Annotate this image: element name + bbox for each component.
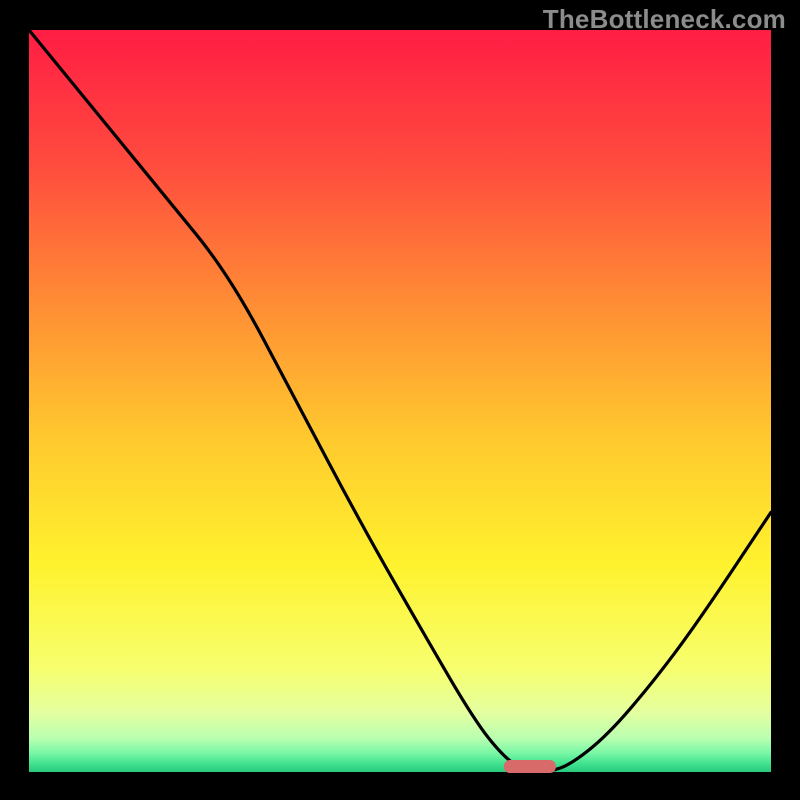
chart-frame: { "watermark": "TheBottleneck.com", "col… xyxy=(0,0,800,800)
optimal-marker xyxy=(504,760,556,773)
bottleneck-chart xyxy=(0,0,800,800)
plot-background xyxy=(29,30,771,772)
